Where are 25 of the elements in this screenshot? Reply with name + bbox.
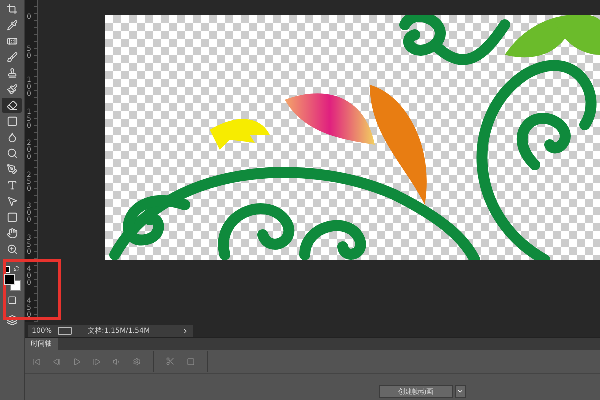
expand-icon[interactable] [182,328,189,334]
bandage-icon [6,36,18,47]
eraser-icon [6,100,18,111]
highlight-frame [3,259,61,320]
hand-icon [6,228,18,239]
magnifier-icon [6,148,18,159]
screen-mode-icon [6,315,18,326]
quick-mask-icon [8,296,16,305]
color-swatches-drawing[interactable] [4,274,21,291]
zoom-icon [6,244,18,255]
pointer-icon [6,196,18,207]
type-icon [6,180,18,191]
caret-icon [457,388,464,395]
pen-icon [6,164,18,175]
swap-colors-icon[interactable] [14,266,20,272]
dropdown-button[interactable] [455,385,466,398]
stamp-icon [6,68,18,79]
paintbrush-icon [6,84,18,95]
droplet-icon [6,132,18,143]
crop-icon [6,4,18,15]
rectangle-icon [6,212,18,223]
document-icon [58,327,72,335]
eyedropper-icon [6,20,18,31]
brush-icon [6,52,18,63]
tool-button[interactable] [2,98,22,113]
